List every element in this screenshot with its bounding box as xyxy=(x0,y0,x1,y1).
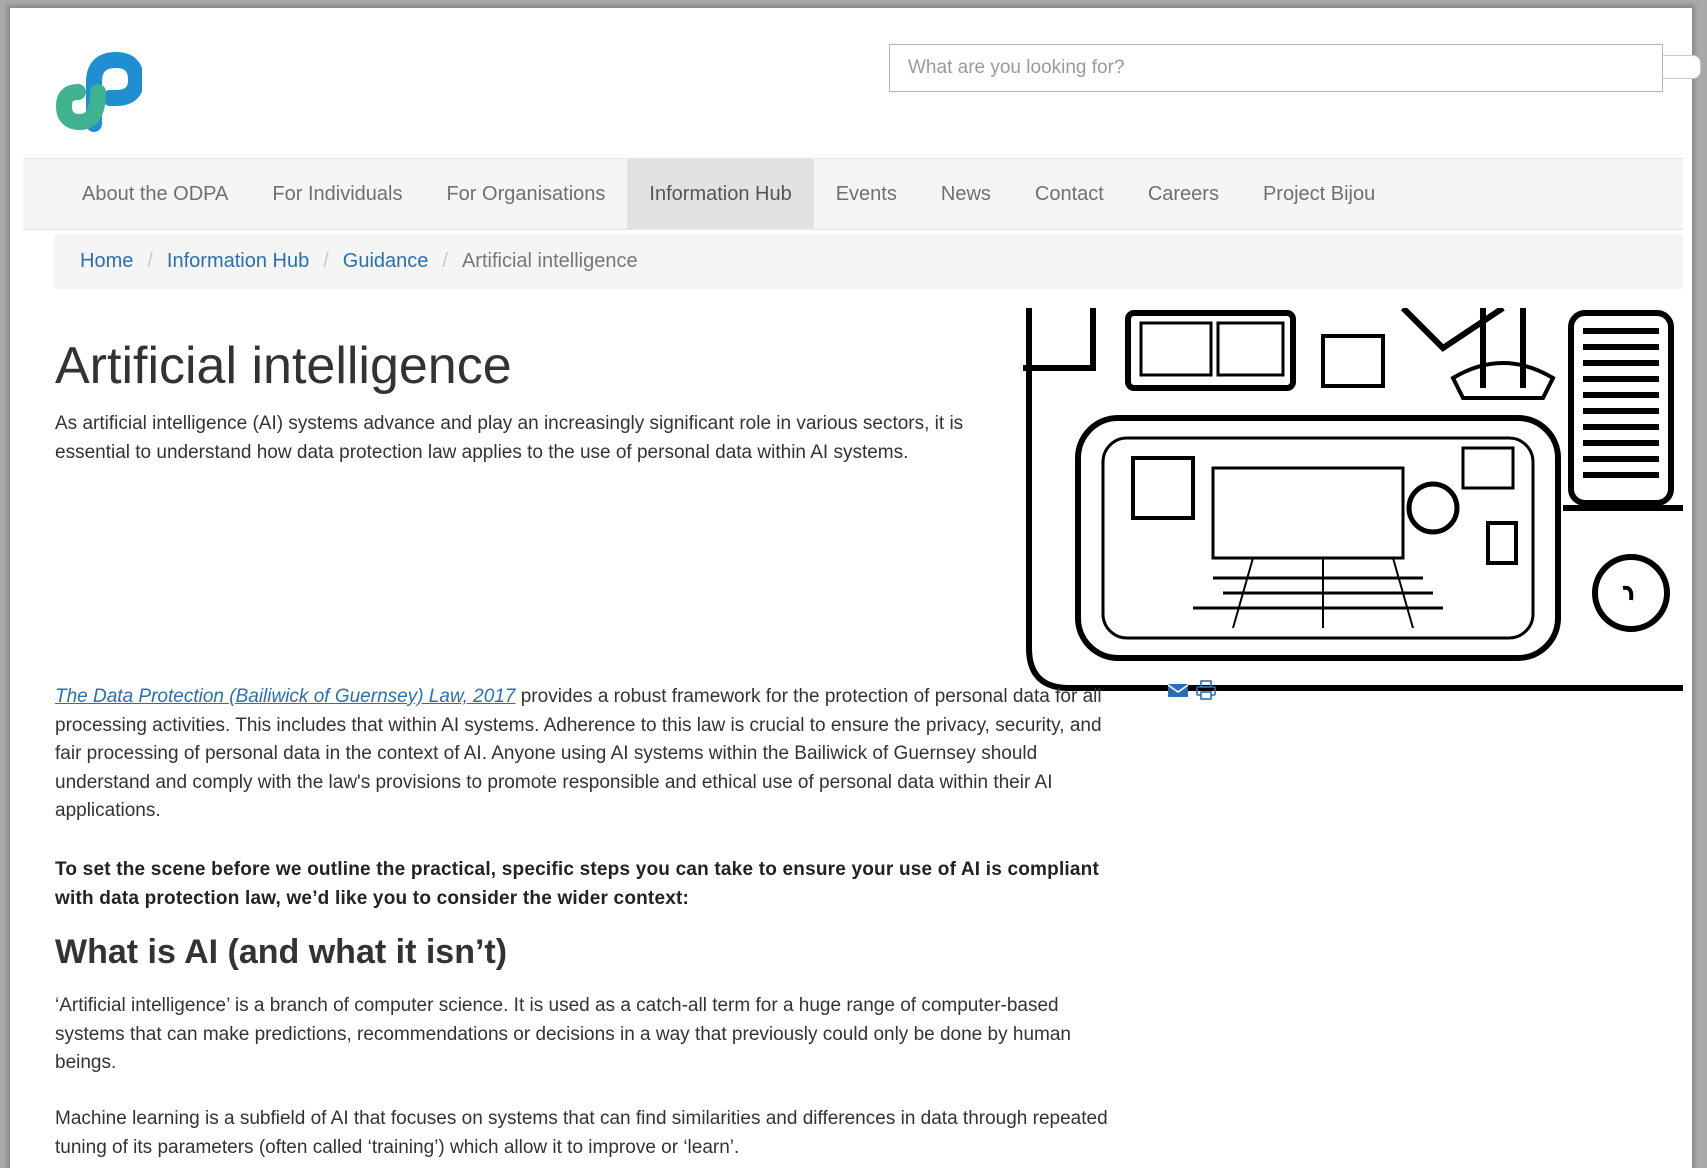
nav-contact[interactable]: Contact xyxy=(1013,159,1126,229)
breadcrumb: Home / Information Hub / Guidance / Arti… xyxy=(54,234,1683,289)
page-frame: About the ODPA For Individuals For Organ… xyxy=(10,8,1701,1168)
nav-events[interactable]: Events xyxy=(814,159,919,229)
law-link[interactable]: The Data Protection (Bailiwick of Guerns… xyxy=(55,686,515,707)
ai-illustration-image xyxy=(1023,308,1683,691)
law-paragraph: The Data Protection (Bailiwick of Guerns… xyxy=(55,683,1130,826)
breadcrumb-current: Artificial intelligence xyxy=(461,250,638,272)
search-button[interactable] xyxy=(1663,55,1701,79)
nav-project-bijou[interactable]: Project Bijou xyxy=(1241,159,1397,229)
odpa-logo[interactable] xyxy=(54,42,142,134)
envelope-icon[interactable] xyxy=(1167,680,1189,700)
breadcrumb-information-hub[interactable]: Information Hub xyxy=(167,250,309,273)
nav-organisations[interactable]: For Organisations xyxy=(424,159,627,229)
nav-news[interactable]: News xyxy=(919,159,1013,229)
nav-about[interactable]: About the ODPA xyxy=(60,159,250,229)
breadcrumb-guidance[interactable]: Guidance xyxy=(343,250,429,273)
nav-careers[interactable]: Careers xyxy=(1126,159,1241,229)
breadcrumb-separator: / xyxy=(442,250,448,272)
page-title: Artificial intelligence xyxy=(55,337,512,395)
breadcrumb-separator: / xyxy=(323,250,329,272)
intro-paragraph: As artificial intelligence (AI) systems … xyxy=(55,413,964,463)
main-nav: About the ODPA For Individuals For Organ… xyxy=(23,158,1683,230)
section-heading-what-is-ai: What is AI (and what it isn’t) xyxy=(55,933,508,971)
nav-information-hub[interactable]: Information Hub xyxy=(627,159,814,229)
breadcrumb-home[interactable]: Home xyxy=(80,250,133,273)
context-paragraph: To set the scene before we outline the p… xyxy=(55,859,1099,909)
search-input[interactable] xyxy=(889,44,1663,92)
breadcrumb-separator: / xyxy=(147,250,153,272)
share-tools xyxy=(1167,680,1217,700)
machine-learning-paragraph: Machine learning is a subfield of AI tha… xyxy=(55,1108,1108,1158)
site-header xyxy=(10,8,1701,156)
ai-definition-paragraph: ‘Artificial intelligence’ is a branch of… xyxy=(55,995,1071,1073)
printer-icon[interactable] xyxy=(1195,680,1217,700)
nav-individuals[interactable]: For Individuals xyxy=(250,159,424,229)
